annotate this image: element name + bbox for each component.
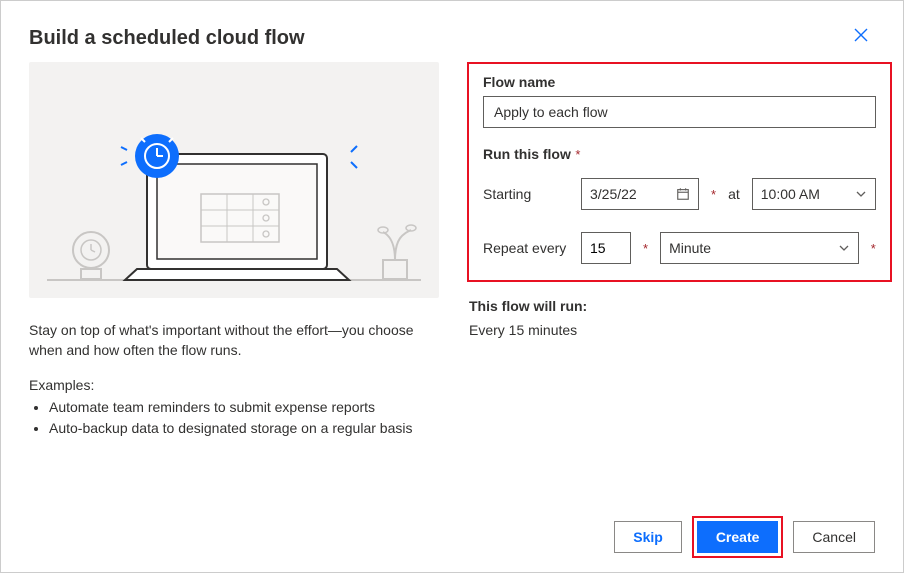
cancel-button[interactable]: Cancel — [793, 521, 875, 553]
scheduled-flow-dialog: Build a scheduled cloud flow — [1, 1, 903, 572]
required-asterisk: * — [575, 147, 580, 162]
start-time-value: 10:00 AM — [761, 186, 820, 202]
dialog-footer: Skip Create Cancel — [614, 516, 875, 558]
close-icon[interactable] — [847, 21, 875, 52]
example-item: Auto-backup data to designated storage o… — [49, 418, 439, 440]
required-asterisk: * — [643, 241, 648, 256]
example-item: Automate team reminders to submit expens… — [49, 397, 439, 419]
start-date-picker[interactable]: 3/25/22 — [581, 178, 699, 210]
description: Stay on top of what's important without … — [29, 320, 439, 361]
starting-label: Starting — [483, 186, 569, 202]
illustration — [29, 62, 439, 298]
summary-text: Every 15 minutes — [469, 322, 892, 338]
flow-name-input[interactable] — [483, 96, 876, 128]
create-button[interactable]: Create — [697, 521, 779, 553]
dialog-title: Build a scheduled cloud flow — [29, 27, 305, 50]
start-date-value: 3/25/22 — [590, 186, 637, 202]
summary-heading: This flow will run: — [469, 298, 892, 314]
run-this-flow-label: Run this flow — [483, 146, 571, 162]
calendar-icon — [676, 187, 690, 201]
start-time-picker[interactable]: 10:00 AM — [752, 178, 876, 210]
required-asterisk: * — [711, 187, 716, 202]
interval-input[interactable] — [581, 232, 631, 264]
left-column: Stay on top of what's important without … — [29, 62, 439, 440]
at-label: at — [728, 186, 740, 202]
examples-list: Automate team reminders to submit expens… — [29, 397, 439, 440]
chevron-down-icon — [855, 188, 867, 200]
form-highlight: Flow name Run this flow * Starting 3/25/… — [467, 62, 892, 282]
unit-select[interactable]: Minute — [660, 232, 859, 264]
flow-name-label: Flow name — [483, 74, 555, 90]
unit-value: Minute — [669, 240, 711, 256]
create-highlight: Create — [692, 516, 784, 558]
repeat-every-label: Repeat every — [483, 240, 569, 256]
skip-button[interactable]: Skip — [614, 521, 682, 553]
required-asterisk: * — [871, 241, 876, 256]
right-column: Flow name Run this flow * Starting 3/25/… — [467, 62, 892, 440]
examples-heading: Examples: — [29, 377, 439, 393]
chevron-down-icon — [838, 242, 850, 254]
